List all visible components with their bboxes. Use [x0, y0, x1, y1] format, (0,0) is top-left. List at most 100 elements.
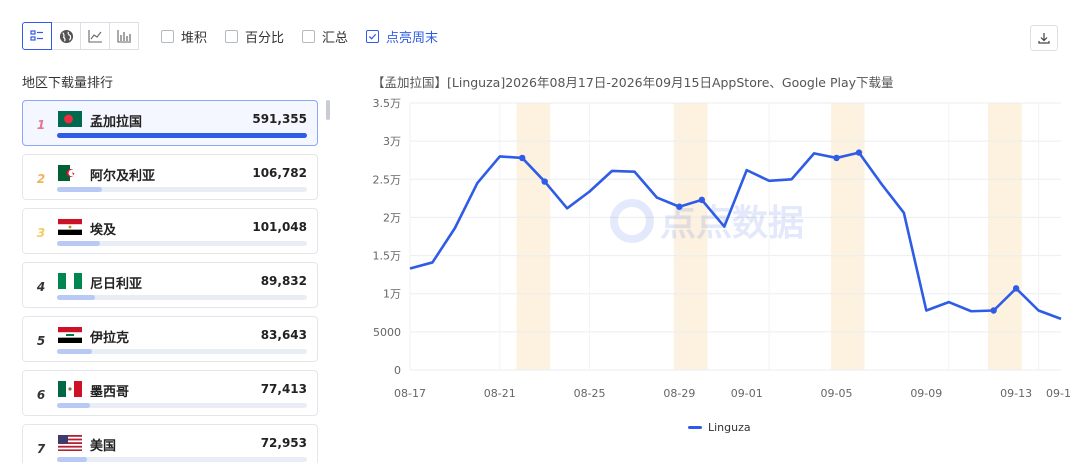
share-bar-fill	[57, 133, 307, 138]
y-tick-label: 1.5万	[373, 250, 402, 263]
y-tick-label: 5000	[373, 326, 401, 339]
y-tick-label: 0	[394, 364, 401, 377]
download-count: 101,048	[252, 220, 307, 234]
flag-icon	[58, 327, 82, 343]
country-name: 伊拉克	[90, 331, 130, 346]
share-bar-track	[57, 295, 307, 300]
x-tick-label: 09-01	[731, 387, 763, 400]
summary-label: 汇总	[322, 30, 349, 46]
download-icon	[1038, 33, 1050, 44]
share-bar-track	[57, 241, 307, 246]
download-count: 106,782	[252, 166, 307, 180]
line-view-button[interactable]	[80, 22, 110, 50]
weekend-highlight-checkbox[interactable]: 点亮周末	[366, 27, 438, 46]
download-count: 89,832	[260, 274, 307, 288]
line-chart-icon	[87, 30, 102, 43]
summary-checkbox[interactable]: 汇总	[302, 27, 348, 46]
share-bar-fill	[57, 457, 87, 462]
flag-icon	[58, 435, 82, 451]
weekend-band	[516, 103, 551, 370]
share-bar-fill	[57, 349, 92, 354]
share-bar-track	[57, 349, 307, 354]
download-line-chart: 0 5000 1万 1.5万 2万 2.5万 3万 3.5万 08-17 08-21 08-25 08…	[373, 97, 1071, 400]
rank-number: 7	[36, 442, 46, 456]
flag-icon	[58, 219, 82, 235]
checkbox-box[interactable]	[161, 29, 174, 43]
share-bar-track	[57, 187, 307, 192]
x-tick-label: 08-17	[394, 387, 426, 400]
checkbox-box[interactable]	[225, 29, 239, 43]
data-point	[1012, 285, 1020, 292]
share-bar-fill	[57, 295, 95, 300]
country-name: 墨西哥	[90, 385, 130, 400]
percent-label: 百分比	[245, 30, 285, 46]
country-name: 尼日利亚	[90, 277, 143, 292]
share-bar-track	[57, 403, 307, 408]
rank-item[interactable]: 4 尼日利亚 89,832	[22, 262, 318, 308]
checkbox-box[interactable]	[366, 29, 380, 43]
globe-icon	[59, 29, 73, 43]
x-tick-label: 09-09	[910, 387, 942, 400]
weekend-band	[830, 103, 865, 370]
rank-number: 3	[36, 226, 46, 240]
country-name: 埃及	[90, 223, 117, 238]
map-view-button[interactable]	[51, 22, 81, 50]
download-count: 72,953	[260, 436, 307, 450]
checkmark-icon	[368, 33, 377, 40]
rank-item[interactable]: 3 埃及 101,048	[22, 208, 318, 254]
rank-item[interactable]: 5 伊拉克 83,643	[22, 316, 318, 362]
y-tick-label: 1万	[383, 288, 401, 301]
y-tick-label: 3万	[383, 135, 401, 148]
x-tick-label: 08-21	[484, 387, 516, 400]
rank-item[interactable]: 7 美国 72,953	[22, 424, 318, 463]
rank-item[interactable]: 6 墨西哥 77,413	[22, 370, 318, 416]
data-point	[541, 178, 548, 185]
stack-checkbox[interactable]: 堆积	[161, 27, 207, 46]
download-count: 77,413	[260, 382, 307, 396]
data-point	[519, 154, 526, 162]
x-tick-label: 09-05	[821, 387, 853, 400]
data-point	[990, 307, 997, 314]
chart-legend[interactable]: Linguza	[688, 421, 751, 434]
share-bar-track	[57, 133, 307, 138]
country-name: 美国	[90, 439, 117, 454]
data-point	[698, 196, 706, 204]
y-tick-label: 2.5万	[373, 173, 402, 186]
rank-number: 6	[36, 388, 46, 402]
download-button[interactable]	[1030, 25, 1058, 51]
rank-number: 2	[36, 172, 46, 186]
list-view-button[interactable]	[22, 22, 52, 50]
checkbox-box[interactable]	[302, 29, 316, 43]
download-count: 83,643	[260, 328, 307, 342]
y-tick-label: 2万	[383, 211, 401, 224]
chart-title: 【孟加拉国】[Linguza]2026年08月17日-2026年09月15日Ap…	[372, 75, 894, 90]
share-bar-fill	[57, 403, 90, 408]
data-point	[676, 203, 683, 210]
list-icon	[30, 30, 43, 41]
flag-icon	[58, 273, 82, 289]
share-bar-track	[57, 457, 307, 462]
flag-icon	[58, 165, 82, 181]
download-count: 591,355	[252, 112, 307, 126]
weekend-highlight-label: 点亮周末	[386, 30, 439, 46]
rank-number: 1	[36, 118, 46, 132]
bar-chart-icon	[116, 30, 131, 43]
view-toolbar: 堆积 百分比 汇总 点亮周末	[22, 22, 438, 50]
bar-view-button[interactable]	[109, 22, 139, 50]
ranking-scrollbar[interactable]	[326, 100, 330, 120]
data-point	[855, 149, 863, 156]
weekend-band	[988, 103, 1022, 370]
share-bar-fill	[57, 187, 102, 192]
percent-checkbox[interactable]: 百分比	[225, 27, 284, 46]
x-tick-label: 08-29	[663, 387, 695, 400]
flag-icon	[58, 111, 82, 127]
rank-item[interactable]: 1 孟加拉国 591,355	[22, 100, 318, 146]
rank-number: 4	[36, 280, 46, 294]
ranking-list: 1 孟加拉国 591,355 2 阿尔及利亚 106,782 3 埃及 101,048 4 尼日利亚…	[22, 100, 318, 463]
rank-item[interactable]: 2 阿尔及利亚 106,782	[22, 154, 318, 200]
y-tick-label: 3.5万	[373, 97, 402, 110]
country-name: 阿尔及利亚	[90, 169, 156, 184]
x-tick-label: 08-25	[574, 387, 606, 400]
flag-icon	[58, 381, 82, 397]
ranking-title: 地区下载量排行	[22, 76, 114, 91]
